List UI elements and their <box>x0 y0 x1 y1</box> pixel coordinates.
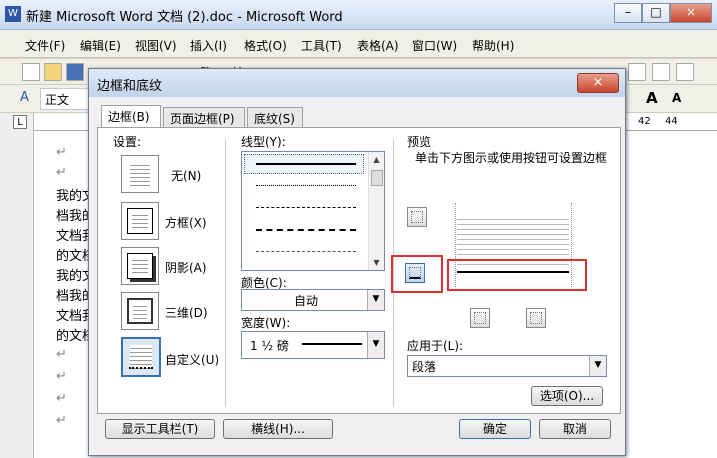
preview-label: 预览 <box>407 135 432 149</box>
horizontal-line-button[interactable]: 横线(H)... <box>223 419 333 439</box>
menu-tools[interactable]: 工具(T) <box>301 37 342 54</box>
menu-help[interactable]: 帮助(H) <box>472 37 514 54</box>
shrink-font-icon[interactable]: A <box>672 91 681 105</box>
tab-borders[interactable]: 边框(B) <box>101 105 161 128</box>
dialog-close-button[interactable]: × <box>577 73 619 93</box>
dialog-title: 边框和底纹 <box>97 79 163 94</box>
setting-custom-label[interactable]: 自定义(U) <box>165 351 219 368</box>
right-border-button[interactable] <box>526 308 546 328</box>
grow-font-icon[interactable]: A <box>646 89 658 107</box>
tab-shading[interactable]: 底纹(S) <box>247 107 303 127</box>
menu-view[interactable]: 视图(V) <box>135 37 177 54</box>
line-style-label: 线型(Y): <box>241 135 286 149</box>
setting-custom-icon[interactable] <box>121 337 161 377</box>
menu-insert[interactable]: 插入(I) <box>190 37 227 54</box>
show-toolbar-button[interactable]: 显示工具栏(T) <box>105 419 215 439</box>
line-style-solid[interactable] <box>256 163 356 165</box>
apply-to-value: 段落 <box>412 360 437 374</box>
setting-none-icon[interactable] <box>121 155 159 193</box>
chevron-down-icon[interactable]: ▼ <box>367 332 384 358</box>
width-label: 宽度(W): <box>241 316 291 330</box>
ok-button[interactable]: 确定 <box>459 419 531 439</box>
style-value: 正文 <box>45 93 70 107</box>
scroll-up-arrow-icon[interactable]: ▲ <box>369 152 384 167</box>
setting-shadow-icon[interactable] <box>121 247 159 285</box>
dialog-titlebar: 边框和底纹 × <box>89 69 625 97</box>
setting-box-label[interactable]: 方框(X) <box>165 214 207 231</box>
vertical-ruler: L <box>0 113 34 458</box>
save-icon[interactable] <box>66 63 84 81</box>
preview-hint: 单击下方图示或使用按钮可设置边框 <box>415 151 608 165</box>
window-title: 新建 Microsoft Word 文档 (2).doc - Microsoft… <box>26 10 343 25</box>
new-document-icon[interactable] <box>22 63 40 81</box>
line-style-long-dash[interactable] <box>256 229 356 231</box>
setting-shadow-label[interactable]: 阴影(A) <box>165 259 207 276</box>
options-button[interactable]: 选项(O)... <box>531 386 603 406</box>
tab-selector[interactable]: L <box>13 115 27 129</box>
chevron-down-icon[interactable]: ▼ <box>367 290 384 310</box>
width-value: 1 ½ 磅 <box>250 339 289 353</box>
minimize-button[interactable]: – <box>614 3 642 23</box>
scroll-down-arrow-icon[interactable]: ▼ <box>369 255 384 270</box>
tab-page-border[interactable]: 页面边框(P) <box>163 107 245 127</box>
paragraph-mark: ↵ <box>56 391 67 406</box>
style-combo[interactable]: 正文 <box>40 88 92 110</box>
word-app-icon: W <box>5 6 21 22</box>
color-value: 自动 <box>294 294 319 308</box>
divider <box>225 139 226 407</box>
line-style-list[interactable]: ▲ ▼ <box>241 151 385 271</box>
settings-label: 设置: <box>113 135 142 149</box>
paragraph-mark: ↵ <box>56 347 67 362</box>
highlight-box-preview <box>447 259 587 291</box>
toolbar-icon-b[interactable] <box>652 63 670 81</box>
width-select[interactable]: 1 ½ 磅 ▼ <box>241 331 385 359</box>
toolbar-icon-c[interactable] <box>676 63 694 81</box>
line-style-dotted[interactable] <box>256 185 356 186</box>
color-select[interactable]: 自动 ▼ <box>241 289 385 311</box>
line-style-dashed[interactable] <box>256 207 356 208</box>
line-style-scrollbar[interactable]: ▲ ▼ <box>368 152 384 270</box>
setting-3d-label[interactable]: 三维(D) <box>165 304 208 321</box>
menu-format[interactable]: 格式(O) <box>244 37 287 54</box>
open-folder-icon[interactable] <box>44 63 62 81</box>
ruler-mark: 42 <box>638 116 651 127</box>
width-sample-line <box>302 343 362 345</box>
setting-box-icon[interactable] <box>121 202 159 240</box>
menu-file[interactable]: 文件(F) <box>25 37 65 54</box>
highlight-box-button <box>391 255 443 293</box>
ruler-mark: 44 <box>665 116 678 127</box>
apply-to-label: 应用于(L): <box>407 339 464 353</box>
cancel-button[interactable]: 取消 <box>539 419 611 439</box>
close-window-button[interactable]: × <box>670 3 712 23</box>
borders-shading-dialog: 边框和底纹 × 边框(B) 页面边框(P) 底纹(S) 设置: 无(N) 方框(… <box>88 68 626 456</box>
setting-3d-icon[interactable] <box>121 292 159 330</box>
maximize-button[interactable]: □ <box>642 3 670 23</box>
paragraph-mark: ↵ <box>56 165 67 180</box>
window-titlebar: W 新建 Microsoft Word 文档 (2).doc - Microso… <box>0 0 717 30</box>
apply-to-select[interactable]: 段落 ▼ <box>407 355 607 377</box>
paragraph-mark: ↵ <box>56 145 67 160</box>
style-icon: A <box>20 90 29 105</box>
left-border-button[interactable] <box>470 308 490 328</box>
preview-paragraph-lines[interactable] <box>457 215 569 265</box>
paragraph-mark: ↵ <box>56 369 67 384</box>
toolbar-icon-a[interactable] <box>628 63 646 81</box>
menu-table[interactable]: 表格(A) <box>357 37 399 54</box>
scroll-thumb[interactable] <box>371 170 383 186</box>
menu-bar: 文件(F) 编辑(E) 视图(V) 插入(I) 格式(O) 工具(T) 表格(A… <box>0 30 717 58</box>
paragraph-mark: ↵ <box>56 413 67 428</box>
menu-edit[interactable]: 编辑(E) <box>80 37 121 54</box>
setting-none-label[interactable]: 无(N) <box>171 167 201 184</box>
menu-window[interactable]: 窗口(W) <box>412 37 457 54</box>
chevron-down-icon[interactable]: ▼ <box>589 356 606 376</box>
top-border-button[interactable] <box>407 207 427 227</box>
line-style-dash-dot[interactable] <box>256 251 356 252</box>
